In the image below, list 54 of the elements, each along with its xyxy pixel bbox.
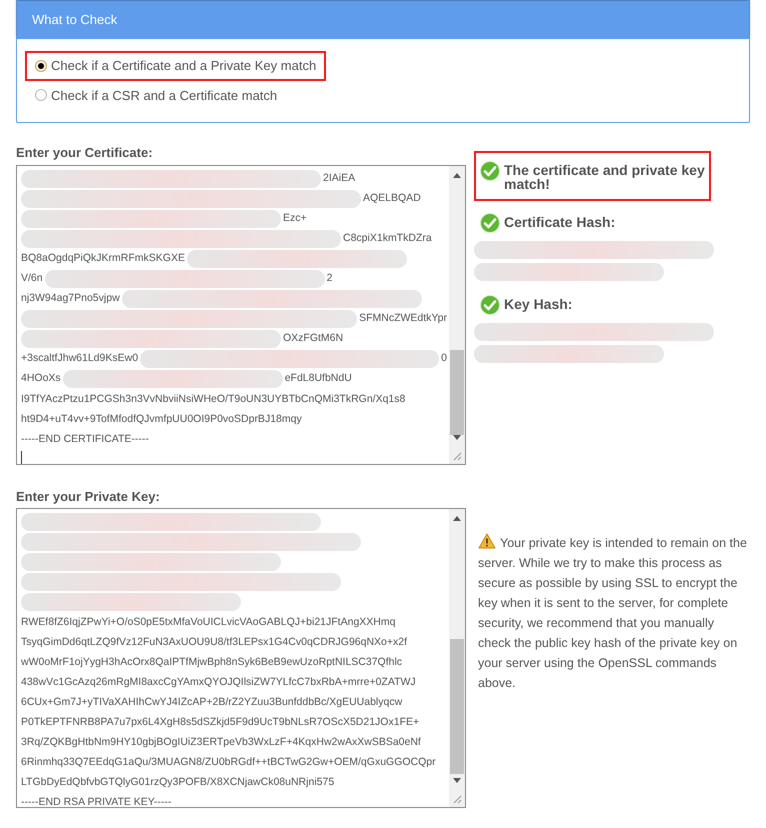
scroll-up-icon[interactable]	[453, 172, 461, 178]
text-fragment: OXzFGtM6N	[283, 330, 344, 346]
text-fragment: nj3W94ag7Pno5vjpw	[21, 290, 120, 306]
scrollbar[interactable]	[449, 166, 465, 464]
text-cursor	[21, 450, 22, 464]
panel-title: What to Check	[32, 11, 118, 30]
text-fragment: AQELBQAD	[363, 190, 421, 206]
text-line: TsyqGimDd6qtLZQ9fVz12FuN3AxUOU9U8/tf3LEPsx1G4Cv0qCDRJG96qNXo+x2f	[21, 635, 408, 650]
text-fragment: V/6n	[21, 270, 43, 286]
text-line: 438wVc1GcAzq26mRgMI8axcCgYAmxQYOJQIlsiZW7YLfcC7bxRbA+mrre+0ZATWJ	[21, 675, 417, 690]
scroll-up-icon[interactable]	[453, 516, 461, 521]
field-label: Enter your Private Key:	[16, 488, 161, 506]
text-fragment: 2IAiEA	[323, 170, 356, 186]
result-text: The certificate and private key match!	[504, 161, 705, 191]
private-key-field[interactable]	[16, 508, 466, 808]
text-line: P0TkEPTFNRB8PA7u7px6L4XgH8s5dSZkjd5F9d9UcT9bNLsR7OScX5D21JOx1FE+	[21, 715, 420, 730]
radio-option[interactable]: Check if a Certificate and a Private Key match	[25, 51, 326, 80]
text-line: ht9D4+uT4vv+9TofMfodfQJvmfpUU0OI9P0voSDprBJ18mqy	[21, 412, 303, 426]
radio-button[interactable]	[35, 89, 47, 102]
text-fragment: C8cpiX1kmTkDZra	[343, 230, 432, 246]
field-label: Enter your Certificate:	[16, 144, 154, 162]
text-line: -----END RSA PRIVATE KEY-----	[21, 795, 172, 807]
text-fragment: 0	[441, 350, 447, 366]
text-fragment: Ezc+	[283, 210, 307, 226]
text-line: RWEf8fZ6IqjZPwYi+O/oS0pE5txMfaVoUICLvicVAoGABLQJ+bi21JFtAngXXHmq	[21, 615, 396, 630]
check-icon	[480, 295, 500, 315]
text-line: 6CUx+Gm7J+yTIVaXAHIhCwYJ4IZcAP+2B/rZ2YZuu3BunfddbBc/XgEUUablyqcw	[21, 695, 404, 710]
scroll-thumb[interactable]	[450, 639, 464, 774]
result-text: Certificate Hash:	[504, 213, 616, 229]
text-line: LTGbDyEdQbfvbGTQlyG01rzQy3POFB/X8XCNjawCk08uNRjni575	[21, 775, 336, 790]
check-icon	[480, 213, 500, 233]
scroll-thumb[interactable]	[450, 350, 464, 434]
text-line: -----END CERTIFICATE-----	[21, 432, 150, 446]
radio-option[interactable]: Check if a CSR and a Certificate match	[25, 80, 288, 110]
text-line: wW0oMrF1ojYygH3hAcOrx8QaIPTfMjwBph8nSyk6BeB9ewUzoRptNILSC37Qfhlc	[21, 655, 404, 670]
resize-grip-icon[interactable]	[453, 795, 462, 804]
scroll-down-icon[interactable]	[453, 778, 461, 783]
text-line: I9TfYAczPtzu1PCGSh3n3VvNbviiNsiWHeO/T9oUN3UYBTbCnQMi3TkRGn/Xq1s8	[21, 392, 406, 406]
text-fragment: SFMNcZWEdtkYpr	[359, 310, 447, 326]
warning-text: Your private key is intended to remain on the server. While we try to make this process as secure as possible by using SSL to encrypt the key when it is sent to the server, for complete security, we recommend that you manually check the public key hash of the private key on your server using the OpenSSL commands above.	[474, 533, 750, 693]
scrollbar[interactable]	[449, 509, 465, 807]
text-line: 3Rq/ZQKBgHtbNm9HY10gbjBOgIUiZ3ERTpeVb3WxLzF+4KqxHw2wAxXwSBSa0eNf	[21, 735, 422, 750]
certificate-field[interactable]	[16, 164, 466, 464]
text-fragment: 2	[326, 270, 332, 286]
text-fragment: BQ8aOgdqPiQkJKrmRFmkSKGXE	[21, 250, 185, 266]
check-icon	[480, 161, 500, 181]
text-fragment: 4HOoXs	[21, 370, 61, 386]
result-text: Key Hash:	[504, 295, 572, 311]
text-line: 6Rinmhq33Q7EEdqG1aQu/3MUAGN8/ZU0bRGdf++tBCTwG2Gw+OEM/qGxuGGOCQpr	[21, 755, 437, 770]
resize-grip-icon[interactable]	[453, 452, 462, 460]
warning-icon	[478, 533, 496, 549]
text-fragment: eFdL8UfbNdU	[284, 370, 352, 386]
radio-button[interactable]	[35, 60, 47, 72]
text-fragment: +3scaltfJhw61Ld9KsEw0	[21, 350, 138, 366]
